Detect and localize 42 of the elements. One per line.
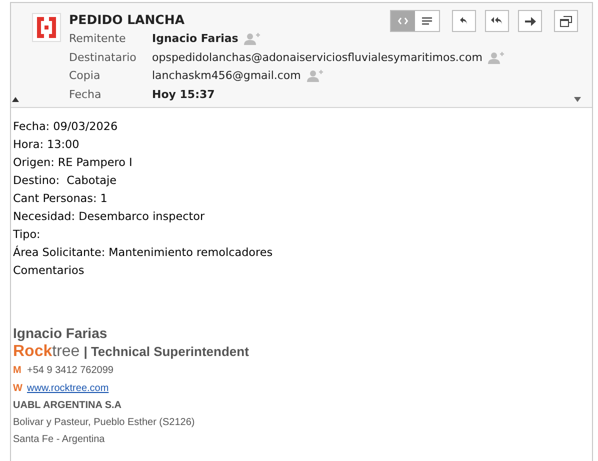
field-value: Ignacio Farias [152,31,238,48]
body-text-line: Origen: RE Pampero I [13,155,132,171]
address-line: Bolivar y Pasteur, Pueblo Esther (S2126) [13,416,195,430]
brand-name: Rocktree [13,342,80,361]
website-link[interactable]: www.rocktree.com [27,380,109,397]
body-text-line: Destino: Cabotaje [13,173,116,189]
body-text-line: Comentarios [13,263,84,279]
arrow-right-icon [524,16,536,26]
job-title: | Technical Superintendent [84,343,249,361]
field-label: Destinatario [69,50,138,66]
subject-title: PEDIDO LANCHA [69,11,184,29]
lines-icon [422,17,432,25]
code-icon [398,17,408,25]
app-logo-icon [32,13,61,42]
field-value: Hoy 15:37 [152,86,215,103]
collapse-arrow-icon [12,97,19,102]
reply-icon [459,16,469,26]
body-text-line: Área Solicitante: Mantenimiento remolcadores [13,244,273,261]
field-value: lanchaskm456@gmail.com [152,68,301,84]
body-text-line: Fecha: 09/03/2026 [13,119,118,135]
phone-number: +54 9 3412 762099 [27,364,114,378]
field-value: opspedidolanchas@adonaiserviciosfluvialesymaritimos.com [152,50,482,66]
field-label: Copia [69,68,102,84]
body-text-line: Hora: 13:00 [13,137,80,153]
windows-icon [560,16,572,26]
company-name: UABL ARGENTINA S.A [13,399,122,413]
body-text-line: Necesidad: Desembarco inspector [13,209,205,225]
reply-all-button[interactable] [485,10,509,32]
forward-button[interactable] [518,10,542,32]
field-label: Fecha [69,86,102,103]
text-view-button[interactable] [415,11,439,31]
address-line: Santa Fe - Argentina [13,433,105,447]
field-label: Remitente [69,31,127,48]
expand-arrow-icon [574,97,581,102]
popout-button[interactable] [554,10,578,32]
body-text-line: Tipo: [13,227,40,243]
signature-name: Ignacio Farias [13,325,108,342]
body-text-line: Cant Personas: 1 [13,191,108,207]
reply-button[interactable] [452,10,476,32]
contact-letter: W [13,382,24,396]
contact-letter: M [13,364,22,378]
reply-all-icon [490,16,504,26]
